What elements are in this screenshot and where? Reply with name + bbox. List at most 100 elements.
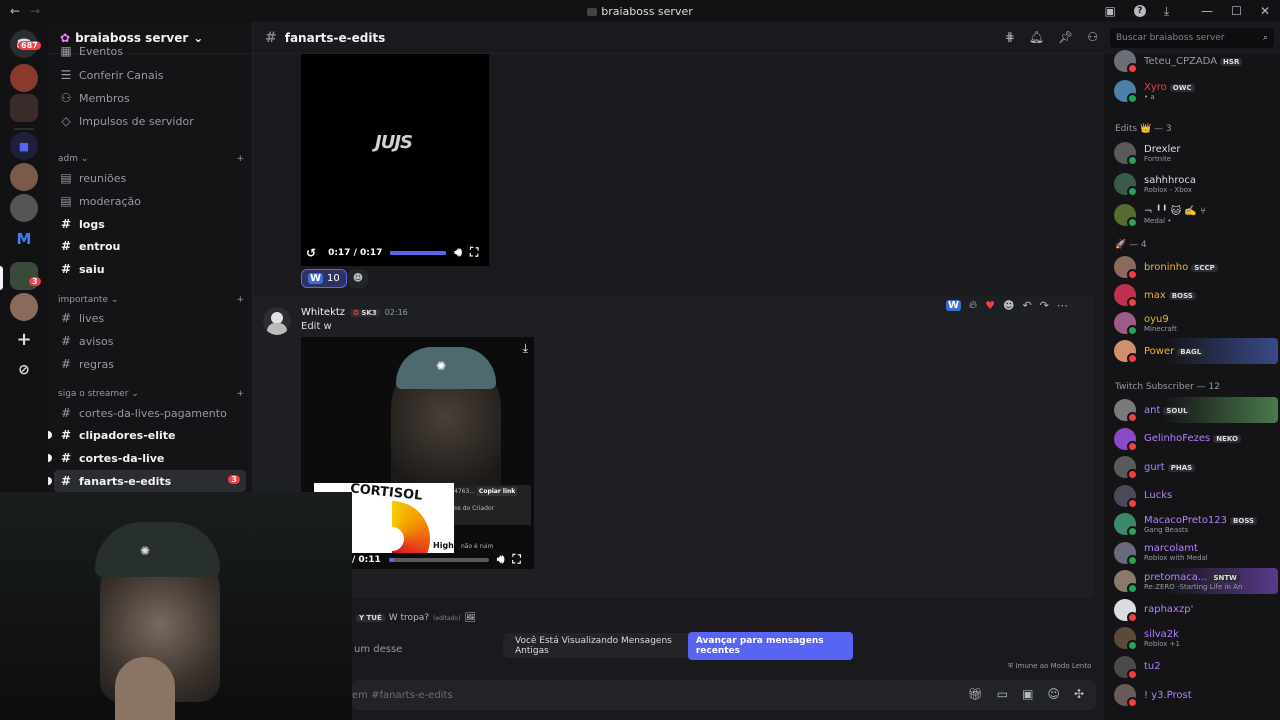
dm-avatar-1[interactable]	[10, 64, 38, 92]
sidebar-item-avisos[interactable]: # avisos	[54, 330, 246, 352]
member-list-icon[interactable]: ⚇	[1087, 30, 1098, 44]
sidebar-item-lives[interactable]: # lives	[54, 307, 246, 329]
jump-to-present-button[interactable]: Avançar para mensagens recentes	[687, 631, 853, 660]
author-name[interactable]: Whitektz	[301, 307, 345, 318]
server-folder-icon[interactable]: ■	[10, 132, 38, 160]
member-name: Teteu_CPZADA HSR	[1144, 56, 1243, 67]
replay-icon[interactable]: ↺	[306, 246, 316, 260]
member-list-item[interactable]: GelinhoFezes NEKO	[1114, 426, 1278, 452]
category-importante[interactable]: importante ⌄ +	[58, 295, 244, 305]
forward-arrow-icon[interactable]: →	[30, 4, 40, 18]
member-list-item[interactable]: silva2k Roblox +1	[1114, 625, 1278, 651]
fullscreen-icon[interactable]: ⛶	[512, 552, 520, 567]
fullscreen-icon[interactable]: ⛶	[470, 245, 478, 260]
member-list-item[interactable]: Drexler Fortnite	[1114, 140, 1278, 166]
member-name: Drexler	[1144, 144, 1181, 155]
member-activity: Medal •	[1144, 216, 1172, 225]
member-name-text: pretomaca...	[1144, 571, 1208, 583]
member-list-item[interactable]: broninho SCCP	[1114, 254, 1278, 280]
member-list-item[interactable]: oyu9 Minecraft	[1114, 310, 1278, 336]
server-avatar-face[interactable]	[10, 163, 38, 191]
add-reaction-button[interactable]: ☻	[348, 269, 368, 288]
server-avatar-group[interactable]	[10, 194, 38, 222]
member-list-item[interactable]: max BOSS	[1114, 282, 1278, 308]
maximize-button[interactable]: ☐	[1231, 4, 1242, 18]
sidebar-item-conferir-canais[interactable]: ☰ Conferir Canais	[54, 64, 246, 86]
sidebar-item-entrou[interactable]: # entrou	[54, 235, 246, 257]
sidebar-item-clipadores-elite[interactable]: # clipadores-elite	[54, 424, 246, 446]
dm-avatar-2[interactable]	[10, 94, 38, 122]
bell-icon[interactable]: 🔔︎	[1029, 30, 1044, 44]
member-list-item[interactable]: raphaxzp'	[1114, 597, 1278, 623]
member-list-item[interactable]: ¬ ╹╹ 🐱 ✍️ ⑂ Medal •	[1114, 202, 1278, 228]
emoji-icon[interactable]: ☺	[1047, 687, 1060, 701]
back-arrow-icon[interactable]: ←	[10, 4, 20, 18]
fire-emoji-quick[interactable]: 🔥︎	[969, 298, 977, 312]
pin-icon[interactable]: 📌︎	[1058, 30, 1073, 44]
sidebar-item-logs[interactable]: # logs	[54, 213, 246, 235]
w-reaction-quick[interactable]: W	[946, 299, 962, 311]
heart-emoji-quick[interactable]: ♥	[985, 299, 995, 312]
member-list-item[interactable]: tu2	[1114, 654, 1278, 680]
member-list-item[interactable]: ! y3.Prost	[1114, 682, 1278, 708]
add-server-icon[interactable]: +	[10, 325, 38, 353]
inbox-icon[interactable]: ▣	[1105, 4, 1116, 18]
server-avatar-girl[interactable]	[10, 293, 38, 321]
video-2-progress[interactable]	[388, 557, 489, 562]
member-list-item[interactable]: Power BAGL	[1114, 338, 1278, 364]
video-1-progress[interactable]	[390, 250, 447, 255]
reaction-w[interactable]: W 10	[301, 269, 347, 288]
member-list-item[interactable]: sahhhroca Roblox - Xbox	[1114, 171, 1278, 197]
member-list-item[interactable]: marcolamt Roblox with Medal	[1114, 540, 1278, 566]
apps-icon[interactable]: ✣	[1074, 687, 1084, 701]
avatar	[1114, 627, 1138, 651]
add-channel-icon[interactable]: +	[236, 389, 244, 399]
unread-indicator	[48, 477, 52, 485]
sidebar-item-events[interactable]: ▦ Eventos	[54, 44, 246, 58]
member-list-item[interactable]: Teteu_CPZADA HSR	[1114, 48, 1278, 74]
sidebar-item-membros[interactable]: ⚇ Membros	[54, 87, 246, 109]
minimize-button[interactable]: —	[1201, 4, 1213, 18]
search-input[interactable]: Buscar braiaboss server ⌕	[1110, 28, 1274, 48]
sidebar-item-cortes-da-lives-pagamento[interactable]: # cortes-da-lives-pagamento	[54, 402, 246, 424]
member-list-item[interactable]: gurt PHAS	[1114, 454, 1278, 480]
sidebar-item-saiu[interactable]: # saiu	[54, 258, 246, 280]
forward-icon[interactable]: ↷	[1040, 299, 1049, 312]
sidebar-item-reunioes[interactable]: ▤ reuniões	[54, 167, 246, 189]
help-icon[interactable]: ?	[1133, 5, 1146, 17]
hash-icon: #	[60, 311, 72, 325]
member-list-item[interactable]: pretomaca... SNTW Re:ZERO -Starting Life i…	[1114, 568, 1278, 594]
member-list-item[interactable]: ant SOUL	[1114, 397, 1278, 423]
message-input[interactable]: em #fanarts-e-edits 🎁︎ ▭ ▣ ☺ ✣	[352, 680, 1096, 710]
close-button[interactable]: ✕	[1260, 4, 1270, 18]
sidebar-item-fanarts-e-edits[interactable]: # fanarts-e-edits 3	[54, 470, 246, 492]
author-avatar[interactable]	[263, 307, 291, 335]
server-m-icon[interactable]: M	[10, 225, 38, 253]
gif-icon[interactable]: ▭	[997, 687, 1008, 701]
discover-icon[interactable]: ⊘	[10, 356, 38, 384]
video-player-1[interactable]: JUJS	[301, 54, 489, 266]
member-list-item[interactable]: MacacoPreto123 BOSS Gang Beasts	[1114, 511, 1278, 537]
member-list-item[interactable]: Lucks	[1114, 483, 1278, 509]
category-siga-o-streamer[interactable]: siga o streamer ⌄ +	[58, 389, 244, 399]
gift-icon[interactable]: 🎁︎	[968, 687, 983, 701]
reply-preview[interactable]: Y TUÉ W tropa? (editado) 🖼︎	[356, 613, 476, 623]
volume-icon[interactable]: 🔊︎	[497, 552, 505, 567]
sidebar-item-cortes-da-live[interactable]: # cortes-da-live	[54, 447, 246, 469]
sidebar-item-moderacao[interactable]: ▤ moderação	[54, 190, 246, 212]
download-video-icon[interactable]: ⤓	[523, 341, 528, 356]
sticker-icon[interactable]: ▣	[1022, 687, 1033, 701]
category-adm[interactable]: adm ⌄ +	[58, 154, 244, 164]
volume-icon[interactable]: 🔊︎	[454, 245, 462, 260]
sidebar-item-regras[interactable]: # regras	[54, 353, 246, 375]
download-icon[interactable]: ⤓	[1164, 4, 1169, 19]
sidebar-item-impulsos[interactable]: ◇ Impulsos de servidor	[54, 110, 246, 132]
add-channel-icon[interactable]: +	[236, 295, 244, 305]
add-channel-icon[interactable]: +	[236, 154, 244, 164]
forum-icon: ▤	[60, 171, 72, 185]
reply-icon[interactable]: ↶	[1022, 299, 1031, 312]
member-list-item[interactable]: Xyro OWC • a	[1114, 78, 1278, 104]
more-icon[interactable]: ⋯	[1057, 299, 1068, 312]
add-reaction-icon[interactable]: ☻	[1003, 299, 1014, 312]
threads-icon[interactable]: ⋕	[1005, 30, 1015, 44]
